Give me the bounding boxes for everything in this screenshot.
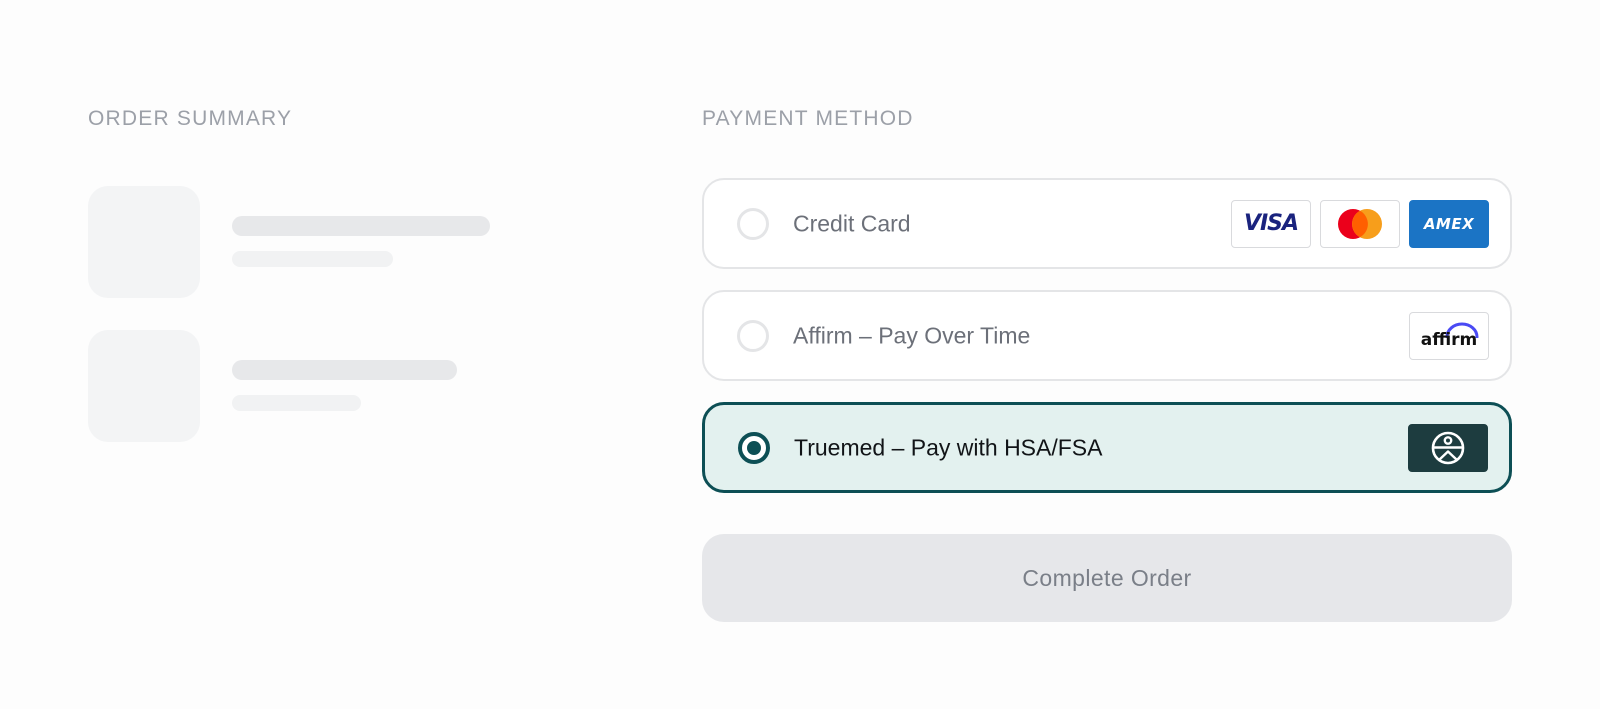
radio-button[interactable] xyxy=(737,207,769,240)
radio-button[interactable] xyxy=(737,319,769,352)
radio-button-selected[interactable] xyxy=(738,431,770,464)
mastercard-logo xyxy=(1320,199,1400,248)
truemed-logo-container xyxy=(1408,423,1488,472)
visa-logo: VISA xyxy=(1231,199,1311,248)
affirm-logo: affirm xyxy=(1409,311,1489,360)
amex-logo-text: AMEX xyxy=(1423,214,1475,233)
mastercard-icon xyxy=(1338,208,1382,239)
complete-order-button[interactable]: Complete Order xyxy=(702,534,1512,622)
order-summary-heading: ORDER SUMMARY xyxy=(88,107,293,130)
product-detail-placeholder xyxy=(232,395,361,411)
payment-option-label: Affirm – Pay Over Time xyxy=(793,322,1031,348)
affirm-logo-text: affirm xyxy=(1420,329,1478,350)
truemed-icon xyxy=(1431,431,1465,464)
card-logos: VISA AMEX xyxy=(1231,199,1489,248)
payment-option-affirm[interactable]: Affirm – Pay Over Time affirm xyxy=(702,290,1512,381)
payment-option-truemed[interactable]: Truemed – Pay with HSA/FSA xyxy=(702,402,1512,493)
radio-selected-dot xyxy=(747,440,761,455)
payment-option-credit-card[interactable]: Credit Card VISA AMEX xyxy=(702,178,1512,269)
order-item-placeholder xyxy=(88,186,588,298)
product-title-placeholder xyxy=(232,216,490,236)
truemed-logo xyxy=(1408,423,1488,472)
payment-option-label: Truemed – Pay with HSA/FSA xyxy=(794,434,1103,460)
payment-method-heading: PAYMENT METHOD xyxy=(702,107,914,130)
product-title-placeholder xyxy=(232,360,457,380)
product-image-placeholder xyxy=(88,330,200,442)
visa-logo-text: VISA xyxy=(1243,211,1299,236)
order-item-placeholder xyxy=(88,330,588,442)
product-image-placeholder xyxy=(88,186,200,298)
amex-logo: AMEX xyxy=(1409,199,1489,248)
payment-option-label: Credit Card xyxy=(793,210,911,236)
product-detail-placeholder xyxy=(232,251,393,267)
affirm-logo-container: affirm xyxy=(1409,311,1489,360)
